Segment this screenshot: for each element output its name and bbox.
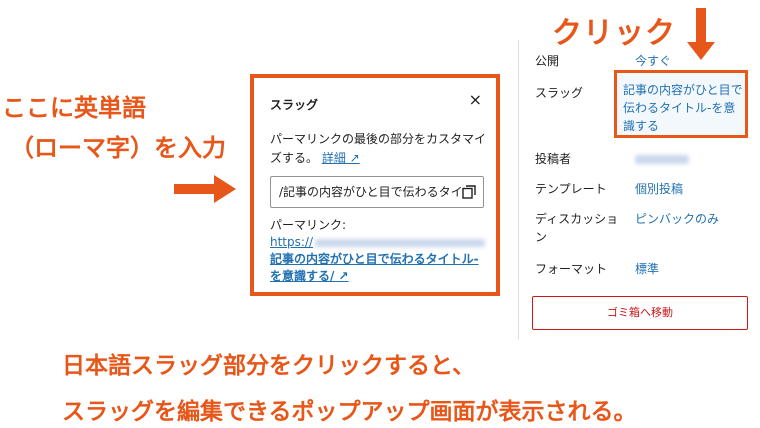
publish-label: 公開: [535, 54, 560, 68]
annotation-bottom-line1: 日本語スラッグ部分をクリックすると、: [62, 353, 476, 379]
annotation-left-line2: （ローマ字）を入力: [10, 134, 226, 162]
publish-value-link[interactable]: 今すぐ: [635, 52, 760, 70]
slug-popup: スラッグ × パーマリンクの最後の部分をカスタマイズする。 詳細 ↗ /記事の内…: [250, 74, 500, 296]
popup-title: スラッグ: [270, 98, 319, 112]
author-label: 投稿者: [535, 152, 572, 166]
slug-input-value: /記事の内容がひと目で伝わるタイ: [279, 185, 463, 199]
slug-input[interactable]: /記事の内容がひと目で伝わるタイ: [270, 176, 484, 208]
permalink-host: https://: [270, 235, 314, 249]
close-icon[interactable]: ×: [469, 92, 482, 108]
discussion-value-link[interactable]: ピンバックのみ: [635, 210, 760, 228]
annotation-bottom-line2: スラッグを編集できるポップアップ画面が表示される。: [62, 399, 637, 425]
details-link[interactable]: 詳細 ↗: [322, 151, 360, 165]
slug-value-text: 記事の内容がひと目で伝わるタイトル-を意識する: [623, 83, 743, 133]
template-value-link[interactable]: 個別投稿: [635, 180, 760, 198]
template-label: テンプレート: [535, 182, 607, 196]
right-arrow-head-icon: [214, 175, 236, 203]
down-arrow-icon: [696, 8, 706, 44]
description-text: パーマリンクの最後の部分をカスタマイズする。: [270, 132, 487, 165]
popup-description: パーマリンクの最後の部分をカスタマイズする。 詳細 ↗: [270, 130, 490, 168]
slug-value-link[interactable]: 記事の内容がひと目で伝わるタイトル-を意識する: [614, 70, 748, 138]
copy-icon[interactable]: [462, 185, 476, 199]
discussion-label: ディスカッション: [535, 212, 619, 244]
permalink-slug: 記事の内容がひと目で伝わるタイトル-を意識する/ ↗: [270, 252, 479, 283]
right-arrow-icon: [174, 184, 216, 194]
annotation-left-line1: ここに英単語: [2, 94, 146, 122]
permalink-redacted: [315, 238, 486, 247]
format-label: フォーマット: [535, 262, 608, 276]
author-value-redacted[interactable]: [635, 155, 689, 164]
slug-label: スラッグ: [535, 86, 584, 100]
format-value-link[interactable]: 標準: [635, 260, 760, 278]
move-to-trash-button[interactable]: ゴミ箱へ移動: [532, 296, 748, 330]
permalink-link[interactable]: https:// 記事の内容がひと目で伝わるタイトル-を意識する/ ↗: [270, 234, 490, 285]
permalink-label: パーマリンク:: [270, 218, 347, 232]
